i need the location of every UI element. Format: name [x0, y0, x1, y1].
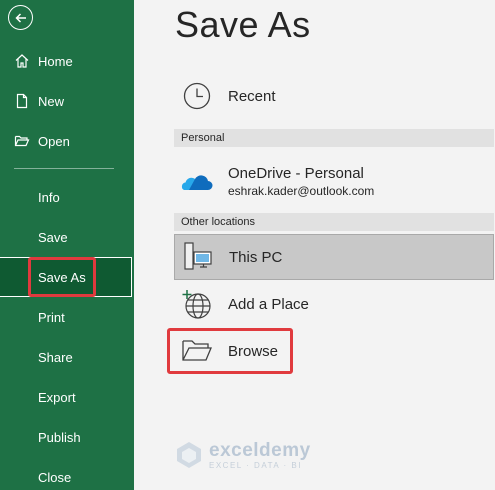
location-label: Recent: [228, 87, 276, 105]
sidebar-item-share[interactable]: Share: [0, 337, 134, 377]
sidebar-item-label: Home: [38, 53, 73, 69]
sidebar-divider: [14, 168, 114, 169]
location-label: Add a Place: [228, 295, 309, 313]
location-onedrive[interactable]: OneDrive - Personal eshrak.kader@outlook…: [174, 160, 494, 202]
sidebar-item-label: Share: [38, 349, 73, 365]
exceldemy-logo-icon: [177, 442, 201, 468]
sidebar-item-home[interactable]: Home: [0, 41, 134, 81]
home-icon: [13, 52, 31, 70]
page-title: Save As: [175, 4, 311, 45]
save-as-pane: Save As Recent Personal OneDrive - Perso…: [134, 0, 495, 490]
backstage-sidebar: Home New Open Info Save Save As Print Sh…: [0, 0, 134, 490]
sidebar-item-label: Open: [38, 133, 70, 149]
exceldemy-watermark: exceldemy EXCEL · DATA · BI: [175, 440, 311, 470]
back-arrow-icon[interactable]: [8, 5, 33, 30]
sidebar-item-export[interactable]: Export: [0, 377, 134, 417]
section-header-personal: Personal: [174, 129, 494, 147]
sidebar-item-label: Save As: [38, 269, 86, 285]
sidebar-item-label: Export: [38, 389, 76, 405]
open-folder-icon: [13, 132, 31, 150]
location-add-place[interactable]: Add a Place: [174, 284, 494, 324]
clock-icon: [180, 79, 214, 113]
computer-icon: [181, 240, 215, 274]
sidebar-item-label: Info: [38, 189, 60, 205]
sidebar-item-close[interactable]: Close: [0, 457, 134, 490]
sidebar-item-label: Close: [38, 469, 72, 485]
location-recent[interactable]: Recent: [174, 77, 494, 115]
sidebar-item-print[interactable]: Print: [0, 297, 134, 337]
sidebar-item-publish[interactable]: Publish: [0, 417, 134, 457]
sidebar-item-new[interactable]: New: [0, 81, 134, 121]
location-browse[interactable]: Browse: [174, 331, 494, 371]
sidebar-item-save-as[interactable]: Save As: [0, 257, 132, 297]
watermark-tagline: EXCEL · DATA · BI: [209, 460, 302, 470]
section-header-other-locations: Other locations: [174, 213, 494, 231]
watermark-name: exceldemy: [209, 439, 311, 461]
new-document-icon: [13, 92, 31, 110]
globe-add-icon: [180, 287, 214, 321]
sidebar-item-open[interactable]: Open: [0, 121, 134, 161]
sidebar-item-label: Save: [38, 229, 68, 245]
folder-icon: [180, 334, 214, 368]
location-label: This PC: [229, 248, 283, 266]
sidebar-item-label: Print: [38, 309, 65, 325]
location-this-pc[interactable]: This PC: [174, 234, 494, 280]
onedrive-cloud-icon: [180, 164, 214, 198]
sidebar-item-label: New: [38, 93, 65, 109]
sidebar-item-info[interactable]: Info: [0, 177, 134, 217]
sidebar-item-save[interactable]: Save: [0, 217, 134, 257]
sidebar-item-label: Publish: [38, 429, 81, 445]
onedrive-email: eshrak.kader@outlook.com: [228, 183, 375, 198]
onedrive-name: OneDrive - Personal: [228, 164, 364, 182]
location-label: Browse: [228, 342, 279, 360]
